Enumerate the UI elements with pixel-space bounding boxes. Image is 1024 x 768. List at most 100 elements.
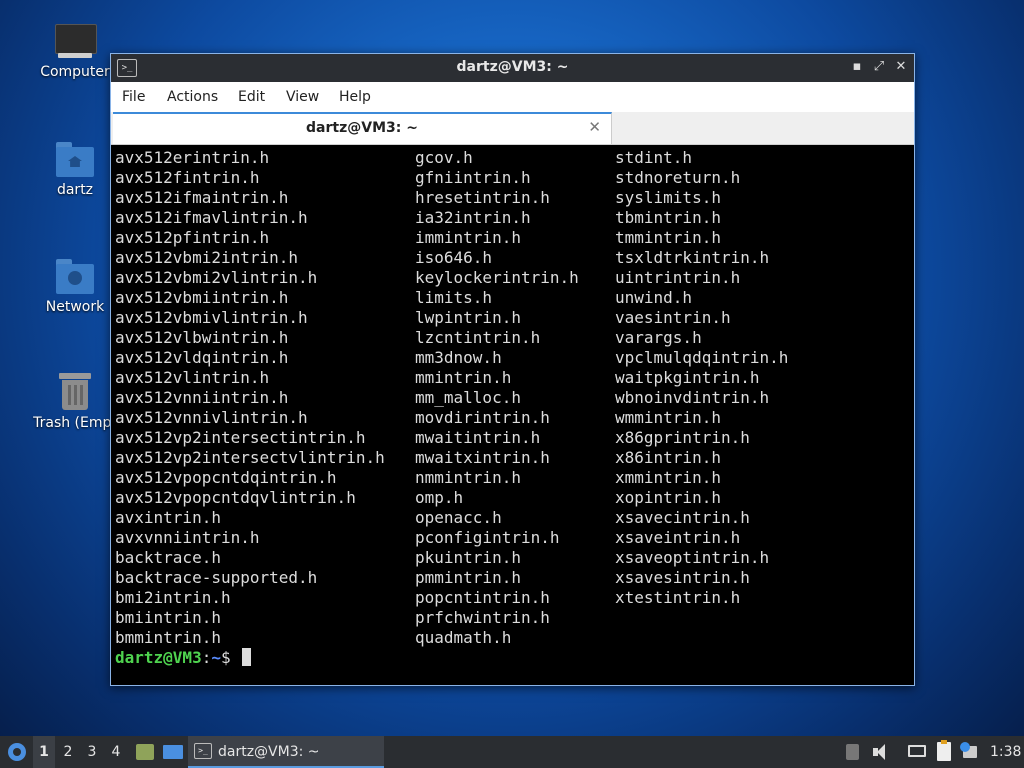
file-entry: lzcntintrin.h bbox=[415, 328, 541, 347]
file-entry: avx512ifmavlintrin.h bbox=[115, 208, 308, 227]
file-entry: xsavecintrin.h bbox=[615, 508, 750, 527]
file-entry: vaesintrin.h bbox=[615, 308, 731, 327]
file-entry: avx512vldqintrin.h bbox=[115, 348, 289, 367]
file-entry: gcov.h bbox=[415, 148, 473, 167]
notification-icon[interactable] bbox=[960, 736, 982, 768]
file-entry: xmmintrin.h bbox=[615, 468, 721, 487]
clipboard-icon[interactable] bbox=[934, 736, 954, 768]
prompt-symbol: $ bbox=[220, 648, 241, 667]
workspace-1[interactable]: 1 bbox=[33, 736, 55, 768]
taskbar-terminal-task[interactable]: >_ dartz@VM3: ~ bbox=[188, 736, 384, 768]
close-button[interactable]: ✕ bbox=[893, 59, 909, 75]
tab-label: dartz@VM3: ~ bbox=[306, 120, 418, 136]
tray-updates-icon[interactable] bbox=[844, 736, 862, 768]
menu-actions[interactable]: Actions bbox=[167, 89, 218, 105]
file-entry: avx512vp2intersectvlintrin.h bbox=[115, 448, 385, 467]
prompt-separator: : bbox=[201, 648, 212, 667]
file-entry: avx512vbmi2vlintrin.h bbox=[115, 268, 318, 287]
file-entry: gfniintrin.h bbox=[415, 168, 531, 187]
file-entry: movdirintrin.h bbox=[415, 408, 550, 427]
tab-close-icon[interactable]: ✕ bbox=[588, 118, 601, 136]
maximize-button[interactable]: ⤢ bbox=[871, 59, 887, 75]
volume-icon[interactable] bbox=[871, 736, 891, 768]
file-entry: avx512fintrin.h bbox=[115, 168, 260, 187]
menu-view[interactable]: View bbox=[286, 89, 319, 105]
file-manager-launcher-icon[interactable] bbox=[134, 736, 156, 768]
file-entry: hresetintrin.h bbox=[415, 188, 550, 207]
taskbar: 1 2 3 4 >_ dartz@VM3: ~ 1:38 bbox=[0, 736, 1024, 768]
file-entry: avx512vlintrin.h bbox=[115, 368, 270, 387]
file-entry: backtrace.h bbox=[115, 548, 221, 567]
file-entry: keylockerintrin.h bbox=[415, 268, 579, 287]
file-entry: bmi2intrin.h bbox=[115, 588, 231, 607]
workspace-3[interactable]: 3 bbox=[81, 736, 103, 768]
desktop-icon-network[interactable]: Network bbox=[27, 257, 123, 315]
network-folder-icon bbox=[54, 257, 96, 295]
terminal-output[interactable]: avx512erintrin.h avx512fintrin.h avx512ifm… bbox=[114, 146, 911, 682]
file-entry: limits.h bbox=[415, 288, 493, 307]
network-status-icon[interactable] bbox=[906, 736, 928, 768]
start-menu-icon[interactable] bbox=[6, 736, 28, 768]
file-entry: wmmintrin.h bbox=[615, 408, 721, 427]
file-entry: iso646.h bbox=[415, 248, 493, 267]
file-entry: avx512erintrin.h bbox=[115, 148, 270, 167]
file-entry: avxintrin.h bbox=[115, 508, 221, 527]
minimize-button[interactable]: ▪ bbox=[849, 59, 865, 75]
desktop-icon-trash[interactable]: Trash (Empt bbox=[27, 373, 123, 431]
file-entry: wbnoinvdintrin.h bbox=[615, 388, 770, 407]
desktop-icon-computer[interactable]: Computer bbox=[27, 22, 123, 80]
file-entry: bmiintrin.h bbox=[115, 608, 221, 627]
file-entry: avx512vbmi2intrin.h bbox=[115, 248, 299, 267]
file-entry: tsxldtrkintrin.h bbox=[615, 248, 770, 267]
file-entry: prfchwintrin.h bbox=[415, 608, 550, 627]
tab-bar: dartz@VM3: ~ ✕ bbox=[111, 112, 914, 145]
file-entry: mwaitxintrin.h bbox=[415, 448, 550, 467]
file-entry: bmmintrin.h bbox=[115, 628, 221, 647]
file-entry: avx512vlbwintrin.h bbox=[115, 328, 289, 347]
desktop-icon-home[interactable]: dartz bbox=[27, 140, 123, 198]
file-entry: mm3dnow.h bbox=[415, 348, 502, 367]
terminal-window: >_ dartz@VM3: ~ ▪ ⤢ ✕ File Actions Edit … bbox=[110, 53, 915, 686]
menu-file[interactable]: File bbox=[122, 89, 145, 105]
file-entry: backtrace-supported.h bbox=[115, 568, 318, 587]
window-titlebar[interactable]: >_ dartz@VM3: ~ ▪ ⤢ ✕ bbox=[111, 54, 914, 82]
file-entry: avx512vpopcntdqvlintrin.h bbox=[115, 488, 356, 507]
clock[interactable]: 1:38 bbox=[990, 736, 1022, 768]
file-entry: avx512vbmiintrin.h bbox=[115, 288, 289, 307]
file-entry: x86gprintrin.h bbox=[615, 428, 750, 447]
file-entry: mm_malloc.h bbox=[415, 388, 521, 407]
tab-terminal[interactable]: dartz@VM3: ~ ✕ bbox=[113, 112, 612, 144]
file-entry: pconfigintrin.h bbox=[415, 528, 560, 547]
desktop-icon-label: dartz bbox=[56, 182, 94, 198]
file-entry: avx512vnniintrin.h bbox=[115, 388, 289, 407]
workspace-4[interactable]: 4 bbox=[105, 736, 127, 768]
workspace-2[interactable]: 2 bbox=[57, 736, 79, 768]
file-entry: vpclmulqdqintrin.h bbox=[615, 348, 789, 367]
task-label: dartz@VM3: ~ bbox=[218, 744, 320, 760]
file-entry: uintrintrin.h bbox=[615, 268, 741, 287]
file-entry: avx512vp2intersectintrin.h bbox=[115, 428, 366, 447]
prompt-path: ~ bbox=[211, 648, 221, 667]
file-entry: avx512vnnivlintrin.h bbox=[115, 408, 308, 427]
file-entry: pkuintrin.h bbox=[415, 548, 521, 567]
menu-help[interactable]: Help bbox=[339, 89, 371, 105]
menu-bar: File Actions Edit View Help bbox=[111, 82, 914, 112]
file-entry: xsavesintrin.h bbox=[615, 568, 750, 587]
file-list-column-3: stdint.h stdnoreturn.h syslimits.h tbmintri… bbox=[615, 148, 788, 608]
file-entry: x86intrin.h bbox=[615, 448, 721, 467]
file-entry: mwaitintrin.h bbox=[415, 428, 541, 447]
file-entry: lwpintrin.h bbox=[415, 308, 521, 327]
desktop-icon-label: Trash (Empt bbox=[33, 415, 117, 431]
file-entry: xsaveintrin.h bbox=[615, 528, 741, 547]
file-entry: tbmintrin.h bbox=[615, 208, 721, 227]
desktop-icon-label: Computer bbox=[40, 64, 110, 80]
file-entry: varargs.h bbox=[615, 328, 702, 347]
show-desktop-icon[interactable] bbox=[162, 736, 184, 768]
file-entry: syslimits.h bbox=[615, 188, 721, 207]
file-entry: popcntintrin.h bbox=[415, 588, 550, 607]
file-entry: immintrin.h bbox=[415, 228, 521, 247]
file-entry: avx512ifmaintrin.h bbox=[115, 188, 289, 207]
desktop-icon-label: Network bbox=[45, 299, 105, 315]
menu-edit[interactable]: Edit bbox=[238, 89, 265, 105]
file-entry: avx512pfintrin.h bbox=[115, 228, 270, 247]
